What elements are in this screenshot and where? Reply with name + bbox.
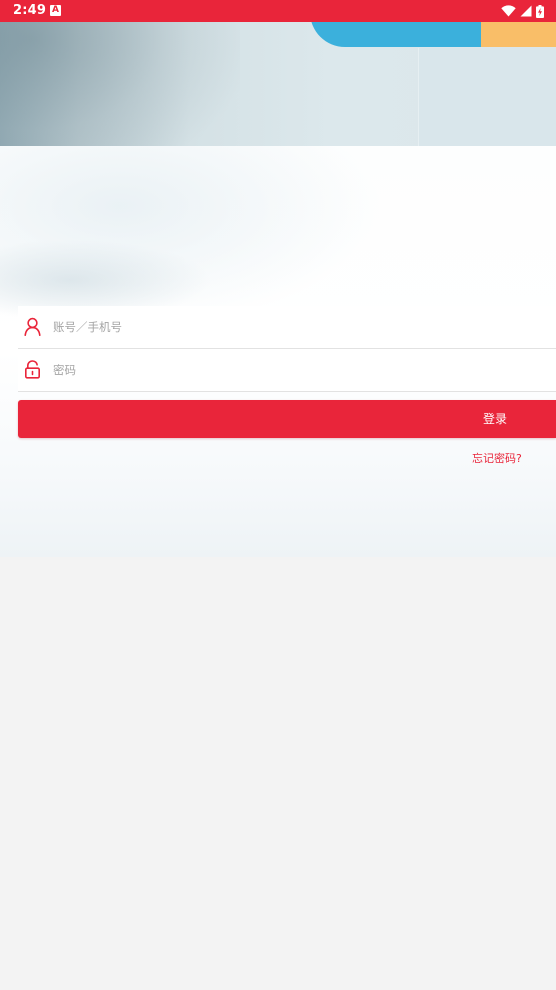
battery-charging-icon	[536, 4, 544, 18]
account-field	[18, 306, 556, 349]
login-button[interactable]: 登录	[18, 400, 556, 438]
notification-icon: A	[50, 5, 61, 16]
unlock-icon	[24, 360, 40, 379]
login-button-label: 登录	[483, 412, 508, 426]
banner-shading	[0, 22, 240, 146]
wifi-icon	[501, 5, 516, 17]
banner-blue-shape	[310, 22, 482, 47]
banner-panel	[418, 48, 556, 146]
status-icons	[501, 4, 544, 18]
account-input[interactable]	[53, 306, 533, 348]
status-bar: 2:49 A	[0, 0, 556, 22]
password-field	[18, 349, 556, 392]
cellular-signal-icon	[520, 5, 532, 17]
user-icon	[24, 317, 41, 336]
banner-orange-shape	[481, 22, 556, 47]
status-time: 2:49	[13, 3, 47, 18]
forgot-password-link[interactable]: 忘记密码?	[472, 450, 522, 466]
password-input[interactable]	[53, 349, 533, 391]
header-banner-image	[0, 22, 556, 146]
